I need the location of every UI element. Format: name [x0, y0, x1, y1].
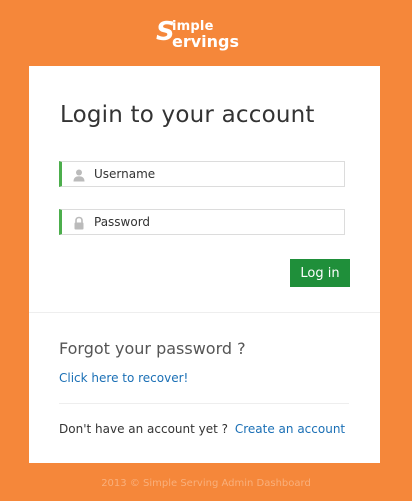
- recover-password-link[interactable]: Click here to recover!: [59, 371, 188, 385]
- page-title: Login to your account: [60, 102, 315, 128]
- logo-line-2: ervings: [172, 32, 240, 51]
- user-icon: [72, 167, 86, 182]
- divider: [59, 403, 349, 404]
- brand-logo: S imple ervings: [0, 14, 412, 54]
- username-input[interactable]: [94, 162, 334, 186]
- create-account-link[interactable]: Create an account: [235, 422, 345, 436]
- signup-row: Don't have an account yet ? Create an ac…: [59, 422, 345, 436]
- divider: [29, 312, 380, 313]
- signup-prompt: Don't have an account yet ?: [59, 422, 229, 436]
- footer-copyright: 2013 © Simple Serving Admin Dashboard: [101, 478, 311, 489]
- password-input[interactable]: [94, 210, 334, 234]
- username-field[interactable]: [59, 161, 345, 187]
- lock-icon: [72, 215, 86, 230]
- forgot-password-heading: Forgot your password ?: [59, 339, 246, 358]
- login-card: Login to your account Log in Forgot your…: [29, 66, 380, 463]
- login-button[interactable]: Log in: [290, 259, 350, 287]
- password-field[interactable]: [59, 209, 345, 235]
